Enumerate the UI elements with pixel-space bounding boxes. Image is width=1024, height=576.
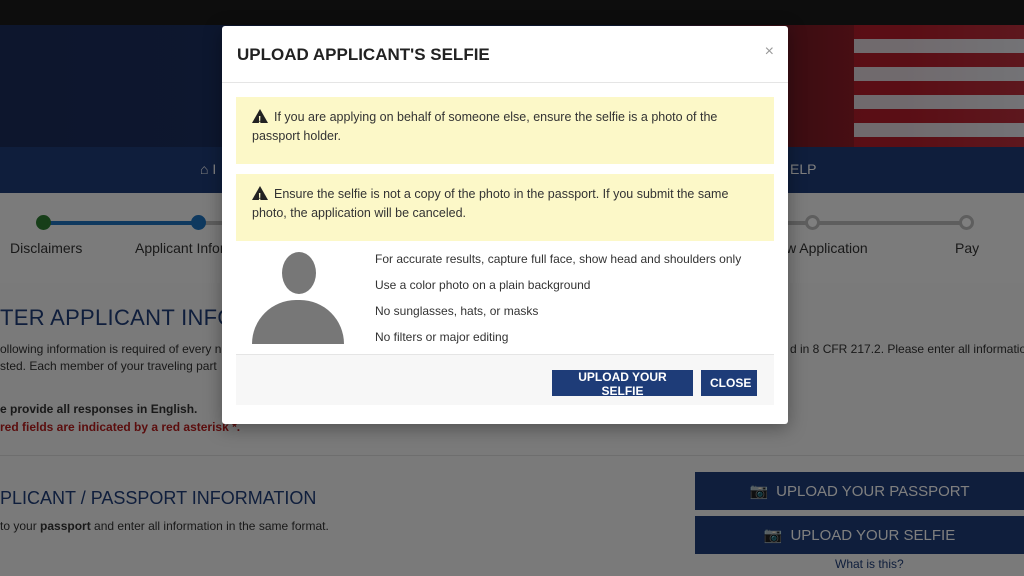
warning-alert-behalf: If you are applying on behalf of someone… — [236, 97, 774, 164]
close-icon[interactable]: × — [765, 43, 774, 61]
warning-icon — [252, 186, 268, 207]
selfie-upload-modal: UPLOAD APPLICANT'S SELFIE × If you are a… — [222, 26, 788, 424]
warning-alert-copy: Ensure the selfie is not a copy of the p… — [236, 174, 774, 241]
close-button[interactable]: CLOSE — [701, 370, 757, 396]
warning-icon — [252, 109, 268, 130]
modal-footer — [236, 355, 774, 405]
person-silhouette-icon — [252, 252, 344, 344]
modal-header-divider — [222, 82, 788, 83]
modal-title: UPLOAD APPLICANT'S SELFIE — [237, 45, 490, 64]
tip-full-face: For accurate results, capture full face,… — [375, 252, 742, 266]
tip-no-accessories: No sunglasses, hats, or masks — [375, 304, 539, 318]
tip-no-filters: No filters or major editing — [375, 330, 509, 344]
tip-color-photo: Use a color photo on a plain background — [375, 278, 591, 292]
upload-selfie-button[interactable]: UPLOAD YOUR SELFIE — [552, 370, 693, 398]
